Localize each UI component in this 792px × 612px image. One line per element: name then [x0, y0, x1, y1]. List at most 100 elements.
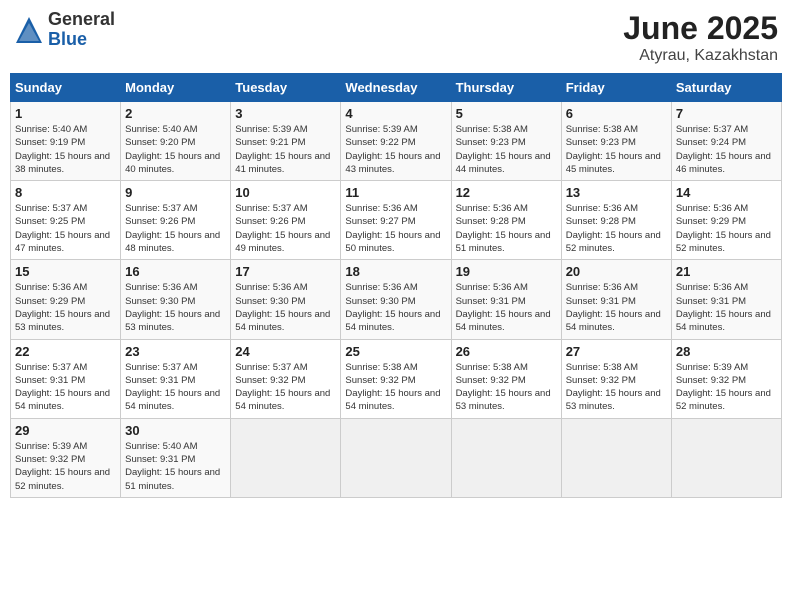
table-row: 19 Sunrise: 5:36 AM Sunset: 9:31 PM Dayl…: [451, 260, 561, 339]
day-number: 14: [676, 185, 777, 200]
col-wednesday: Wednesday: [341, 74, 451, 102]
logo-blue-text: Blue: [48, 30, 115, 50]
col-monday: Monday: [121, 74, 231, 102]
day-info: Sunrise: 5:37 AM Sunset: 9:31 PM Dayligh…: [15, 361, 116, 414]
table-row: 30 Sunrise: 5:40 AM Sunset: 9:31 PM Dayl…: [121, 418, 231, 497]
day-number: 11: [345, 185, 446, 200]
logo-text: General Blue: [48, 10, 115, 50]
day-number: 24: [235, 344, 336, 359]
day-number: 15: [15, 264, 116, 279]
day-number: 12: [456, 185, 557, 200]
col-friday: Friday: [561, 74, 671, 102]
table-row: 2 Sunrise: 5:40 AM Sunset: 9:20 PM Dayli…: [121, 102, 231, 181]
day-info: Sunrise: 5:36 AM Sunset: 9:30 PM Dayligh…: [125, 281, 226, 334]
day-number: 2: [125, 106, 226, 121]
col-thursday: Thursday: [451, 74, 561, 102]
table-row: 9 Sunrise: 5:37 AM Sunset: 9:26 PM Dayli…: [121, 181, 231, 260]
table-row: 6 Sunrise: 5:38 AM Sunset: 9:23 PM Dayli…: [561, 102, 671, 181]
day-number: 21: [676, 264, 777, 279]
day-info: Sunrise: 5:36 AM Sunset: 9:29 PM Dayligh…: [15, 281, 116, 334]
table-row: 3 Sunrise: 5:39 AM Sunset: 9:21 PM Dayli…: [231, 102, 341, 181]
table-row: 11 Sunrise: 5:36 AM Sunset: 9:27 PM Dayl…: [341, 181, 451, 260]
day-info: Sunrise: 5:40 AM Sunset: 9:31 PM Dayligh…: [125, 440, 226, 493]
day-info: Sunrise: 5:36 AM Sunset: 9:31 PM Dayligh…: [676, 281, 777, 334]
day-number: 19: [456, 264, 557, 279]
day-info: Sunrise: 5:40 AM Sunset: 9:19 PM Dayligh…: [15, 123, 116, 176]
table-row: 7 Sunrise: 5:37 AM Sunset: 9:24 PM Dayli…: [671, 102, 781, 181]
logo: General Blue: [14, 10, 115, 50]
day-info: Sunrise: 5:39 AM Sunset: 9:22 PM Dayligh…: [345, 123, 446, 176]
day-info: Sunrise: 5:37 AM Sunset: 9:24 PM Dayligh…: [676, 123, 777, 176]
day-info: Sunrise: 5:37 AM Sunset: 9:26 PM Dayligh…: [125, 202, 226, 255]
day-number: 6: [566, 106, 667, 121]
day-number: 17: [235, 264, 336, 279]
table-row: 29 Sunrise: 5:39 AM Sunset: 9:32 PM Dayl…: [11, 418, 121, 497]
table-row: 17 Sunrise: 5:36 AM Sunset: 9:30 PM Dayl…: [231, 260, 341, 339]
table-row: 23 Sunrise: 5:37 AM Sunset: 9:31 PM Dayl…: [121, 339, 231, 418]
day-info: Sunrise: 5:37 AM Sunset: 9:26 PM Dayligh…: [235, 202, 336, 255]
day-info: Sunrise: 5:36 AM Sunset: 9:31 PM Dayligh…: [566, 281, 667, 334]
day-number: 7: [676, 106, 777, 121]
col-sunday: Sunday: [11, 74, 121, 102]
table-row: 22 Sunrise: 5:37 AM Sunset: 9:31 PM Dayl…: [11, 339, 121, 418]
day-number: 13: [566, 185, 667, 200]
day-info: Sunrise: 5:36 AM Sunset: 9:27 PM Dayligh…: [345, 202, 446, 255]
day-number: 18: [345, 264, 446, 279]
day-info: Sunrise: 5:36 AM Sunset: 9:28 PM Dayligh…: [456, 202, 557, 255]
calendar-week-row: 8 Sunrise: 5:37 AM Sunset: 9:25 PM Dayli…: [11, 181, 782, 260]
calendar-week-row: 15 Sunrise: 5:36 AM Sunset: 9:29 PM Dayl…: [11, 260, 782, 339]
calendar-table: Sunday Monday Tuesday Wednesday Thursday…: [10, 73, 782, 498]
table-row: [451, 418, 561, 497]
table-row: [561, 418, 671, 497]
day-info: Sunrise: 5:38 AM Sunset: 9:23 PM Dayligh…: [456, 123, 557, 176]
day-info: Sunrise: 5:36 AM Sunset: 9:30 PM Dayligh…: [345, 281, 446, 334]
day-number: 27: [566, 344, 667, 359]
calendar-header-row: Sunday Monday Tuesday Wednesday Thursday…: [11, 74, 782, 102]
day-info: Sunrise: 5:37 AM Sunset: 9:25 PM Dayligh…: [15, 202, 116, 255]
day-info: Sunrise: 5:38 AM Sunset: 9:32 PM Dayligh…: [566, 361, 667, 414]
day-number: 3: [235, 106, 336, 121]
table-row: [341, 418, 451, 497]
calendar-location: Atyrau, Kazakhstan: [623, 47, 778, 65]
day-number: 9: [125, 185, 226, 200]
day-number: 26: [456, 344, 557, 359]
day-info: Sunrise: 5:39 AM Sunset: 9:21 PM Dayligh…: [235, 123, 336, 176]
day-number: 22: [15, 344, 116, 359]
table-row: 21 Sunrise: 5:36 AM Sunset: 9:31 PM Dayl…: [671, 260, 781, 339]
table-row: 20 Sunrise: 5:36 AM Sunset: 9:31 PM Dayl…: [561, 260, 671, 339]
table-row: 12 Sunrise: 5:36 AM Sunset: 9:28 PM Dayl…: [451, 181, 561, 260]
table-row: 15 Sunrise: 5:36 AM Sunset: 9:29 PM Dayl…: [11, 260, 121, 339]
day-info: Sunrise: 5:37 AM Sunset: 9:31 PM Dayligh…: [125, 361, 226, 414]
day-number: 1: [15, 106, 116, 121]
col-tuesday: Tuesday: [231, 74, 341, 102]
day-number: 4: [345, 106, 446, 121]
table-row: 5 Sunrise: 5:38 AM Sunset: 9:23 PM Dayli…: [451, 102, 561, 181]
day-number: 5: [456, 106, 557, 121]
day-number: 10: [235, 185, 336, 200]
day-number: 20: [566, 264, 667, 279]
day-number: 16: [125, 264, 226, 279]
day-info: Sunrise: 5:38 AM Sunset: 9:32 PM Dayligh…: [345, 361, 446, 414]
day-number: 30: [125, 423, 226, 438]
table-row: 26 Sunrise: 5:38 AM Sunset: 9:32 PM Dayl…: [451, 339, 561, 418]
calendar-title: June 2025: [623, 10, 778, 47]
day-info: Sunrise: 5:36 AM Sunset: 9:30 PM Dayligh…: [235, 281, 336, 334]
table-row: 14 Sunrise: 5:36 AM Sunset: 9:29 PM Dayl…: [671, 181, 781, 260]
day-info: Sunrise: 5:38 AM Sunset: 9:23 PM Dayligh…: [566, 123, 667, 176]
day-number: 28: [676, 344, 777, 359]
table-row: [231, 418, 341, 497]
logo-general-text: General: [48, 10, 115, 30]
table-row: 27 Sunrise: 5:38 AM Sunset: 9:32 PM Dayl…: [561, 339, 671, 418]
table-row: 28 Sunrise: 5:39 AM Sunset: 9:32 PM Dayl…: [671, 339, 781, 418]
table-row: 4 Sunrise: 5:39 AM Sunset: 9:22 PM Dayli…: [341, 102, 451, 181]
table-row: [671, 418, 781, 497]
table-row: 10 Sunrise: 5:37 AM Sunset: 9:26 PM Dayl…: [231, 181, 341, 260]
table-row: 8 Sunrise: 5:37 AM Sunset: 9:25 PM Dayli…: [11, 181, 121, 260]
col-saturday: Saturday: [671, 74, 781, 102]
day-number: 25: [345, 344, 446, 359]
title-area: June 2025 Atyrau, Kazakhstan: [623, 10, 778, 65]
logo-icon: [14, 15, 44, 45]
calendar-week-row: 29 Sunrise: 5:39 AM Sunset: 9:32 PM Dayl…: [11, 418, 782, 497]
day-info: Sunrise: 5:39 AM Sunset: 9:32 PM Dayligh…: [15, 440, 116, 493]
table-row: 25 Sunrise: 5:38 AM Sunset: 9:32 PM Dayl…: [341, 339, 451, 418]
